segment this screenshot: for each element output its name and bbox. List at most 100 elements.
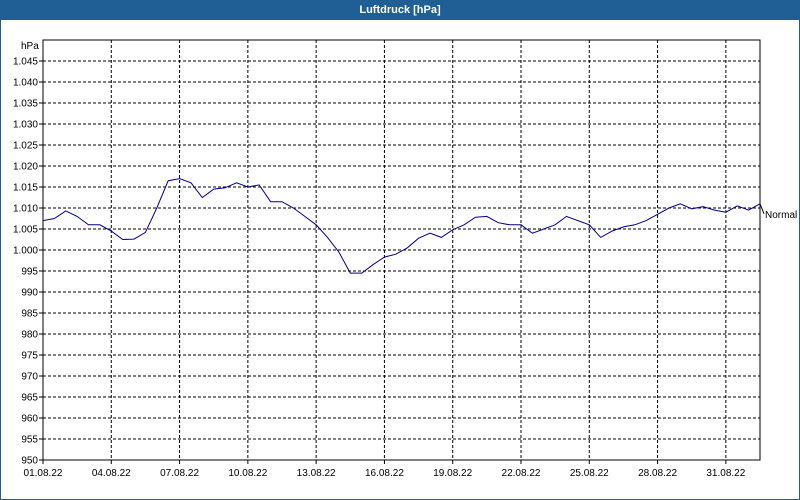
y-tick-label: 1.035 bbox=[13, 99, 38, 110]
data-point bbox=[156, 207, 158, 209]
x-tick-label: 13.08.22 bbox=[297, 468, 336, 479]
x-tick-label: 07.08.22 bbox=[160, 468, 199, 479]
series-label-connector bbox=[759, 203, 765, 214]
x-tick-label: 28.08.22 bbox=[638, 468, 677, 479]
y-tick-label: 955 bbox=[21, 435, 38, 446]
chart-window: Luftdruck [hPa] hPa 950 955 960 965 970 975 98… bbox=[0, 0, 800, 500]
data-point bbox=[747, 209, 749, 211]
data-point bbox=[543, 228, 545, 230]
x-tick-label: 25.08.22 bbox=[570, 468, 609, 479]
data-point bbox=[406, 247, 408, 249]
data-point bbox=[554, 224, 556, 226]
series-line bbox=[42, 178, 761, 274]
y-tick-label: 1.015 bbox=[13, 183, 38, 194]
y-tick-label: 975 bbox=[21, 351, 38, 362]
data-point bbox=[326, 236, 328, 238]
y-tick-label: 965 bbox=[21, 393, 38, 404]
data-point bbox=[577, 219, 579, 221]
data-point bbox=[713, 209, 715, 211]
series-label: Normal bbox=[765, 210, 797, 221]
data-point bbox=[600, 236, 602, 238]
y-tick-label: 1.030 bbox=[13, 120, 38, 131]
data-point bbox=[463, 224, 465, 226]
x-axis: 01.08.22 04.08.22 07.08.22 10.08.22 13.08.22… bbox=[24, 460, 746, 479]
data-point bbox=[247, 186, 249, 188]
data-point bbox=[281, 201, 283, 203]
data-point bbox=[395, 253, 397, 255]
data-point bbox=[167, 180, 169, 182]
y-tick-label: 1.040 bbox=[13, 78, 38, 89]
data-point bbox=[224, 187, 226, 189]
data-point bbox=[702, 206, 704, 208]
y-tick-label: 1.000 bbox=[13, 246, 38, 257]
data-point bbox=[178, 177, 180, 179]
y-axis: hPa 950 955 960 965 970 975 980 985 990 995 1.000 1… bbox=[13, 41, 43, 467]
data-point bbox=[429, 232, 431, 234]
data-point bbox=[452, 229, 454, 231]
data-point bbox=[383, 256, 385, 258]
data-point bbox=[497, 222, 499, 224]
y-tick-label: 1.005 bbox=[13, 225, 38, 236]
data-point bbox=[725, 211, 727, 213]
data-point bbox=[508, 224, 510, 226]
data-point bbox=[372, 264, 374, 266]
data-point bbox=[565, 215, 567, 217]
data-point bbox=[315, 224, 317, 226]
x-tick-label: 31.08.22 bbox=[706, 468, 745, 479]
data-point bbox=[87, 224, 89, 226]
data-point bbox=[304, 215, 306, 217]
data-point bbox=[213, 188, 215, 190]
y-tick-label: 985 bbox=[21, 309, 38, 320]
data-point bbox=[133, 238, 135, 240]
y-tick-label: 1.010 bbox=[13, 204, 38, 215]
y-tick-label: 960 bbox=[21, 414, 38, 425]
data-point bbox=[76, 215, 78, 217]
y-tick-label: 1.045 bbox=[13, 57, 38, 68]
data-point bbox=[269, 201, 271, 203]
data-point bbox=[65, 210, 67, 212]
data-point bbox=[361, 272, 363, 274]
data-point bbox=[486, 215, 488, 217]
data-point bbox=[235, 182, 237, 184]
data-point bbox=[656, 213, 658, 215]
data-point bbox=[201, 196, 203, 198]
data-point bbox=[679, 203, 681, 205]
data-point bbox=[736, 205, 738, 207]
line-chart: hPa 950 955 960 965 970 975 980 985 990 995 1.000 1… bbox=[13, 39, 797, 479]
data-point bbox=[338, 251, 340, 253]
x-tick-label: 01.08.22 bbox=[24, 468, 63, 479]
data-point bbox=[42, 219, 44, 221]
data-point bbox=[190, 182, 192, 184]
data-point bbox=[588, 224, 590, 226]
data-point bbox=[668, 207, 670, 209]
data-point bbox=[531, 232, 533, 234]
data-point bbox=[258, 184, 260, 186]
data-point bbox=[611, 230, 613, 232]
x-tick-label: 10.08.22 bbox=[228, 468, 267, 479]
data-point bbox=[144, 231, 146, 233]
data-point bbox=[520, 224, 522, 226]
x-tick-label: 16.08.22 bbox=[365, 468, 404, 479]
y-tick-label: 950 bbox=[21, 456, 38, 467]
data-point bbox=[99, 224, 101, 226]
data-point bbox=[622, 226, 624, 228]
data-point bbox=[474, 216, 476, 218]
y-tick-label: 1.025 bbox=[13, 141, 38, 152]
y-tick-label: 970 bbox=[21, 372, 38, 383]
data-point bbox=[634, 224, 636, 226]
data-point bbox=[417, 237, 419, 239]
y-tick-label: 980 bbox=[21, 330, 38, 341]
data-point bbox=[440, 236, 442, 238]
data-point bbox=[645, 219, 647, 221]
data-point bbox=[349, 272, 351, 274]
y-axis-label: hPa bbox=[21, 41, 39, 52]
grid bbox=[43, 40, 760, 460]
x-tick-label: 22.08.22 bbox=[502, 468, 541, 479]
data-point bbox=[110, 230, 112, 232]
data-point bbox=[122, 238, 124, 240]
y-tick-label: 995 bbox=[21, 267, 38, 278]
series-group: Normal bbox=[42, 177, 797, 274]
x-tick-label: 19.08.22 bbox=[433, 468, 472, 479]
x-tick-label: 04.08.22 bbox=[92, 468, 131, 479]
data-point bbox=[53, 217, 55, 219]
